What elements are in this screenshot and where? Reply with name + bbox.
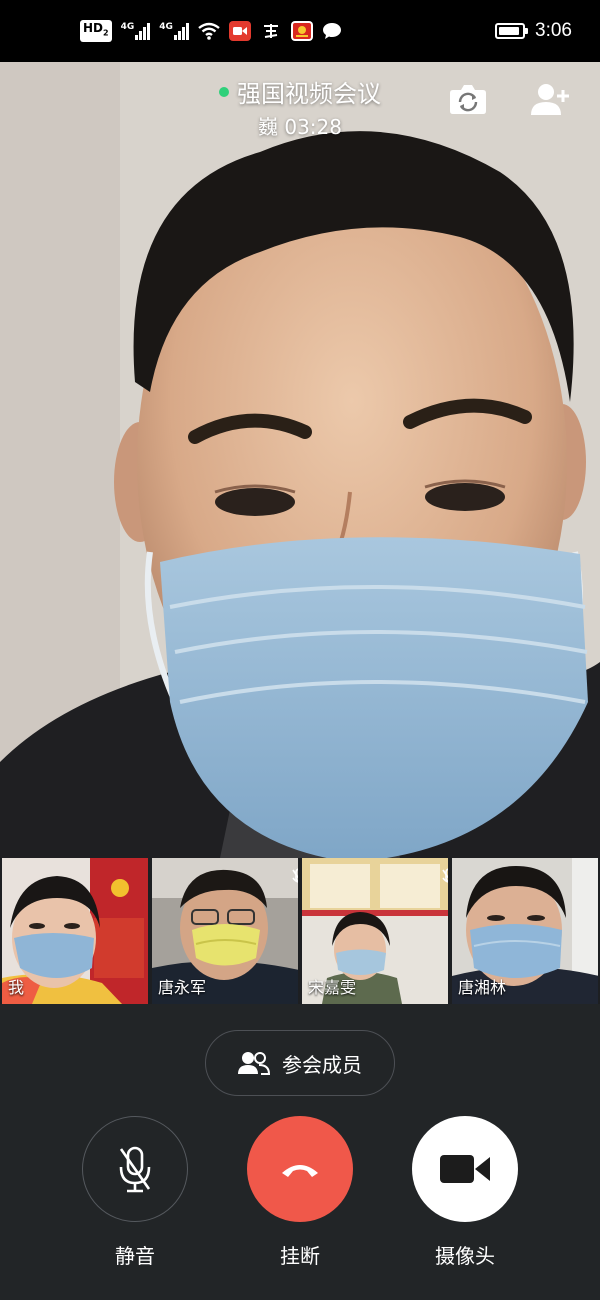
- participant-tile[interactable]: 我: [2, 858, 148, 1004]
- camera-button[interactable]: [412, 1116, 518, 1222]
- add-participant-button[interactable]: [530, 82, 574, 122]
- battery-icon: [495, 23, 529, 39]
- camera-label: 摄像头: [435, 1244, 495, 1268]
- mute-control: 静音: [80, 1116, 190, 1269]
- call-title: 强国视频会议: [219, 74, 381, 109]
- members-icon: [238, 1052, 270, 1075]
- participant-name: 宋嘉雯: [308, 978, 357, 997]
- participants-button[interactable]: 参会成员: [205, 1030, 395, 1096]
- video-app-icon: [228, 20, 251, 41]
- chat-bubble-icon: [322, 22, 341, 39]
- camera-control: 摄像头: [410, 1116, 520, 1269]
- participant-tile[interactable]: 唐永军: [152, 858, 298, 1004]
- switch-camera-icon: [450, 85, 486, 114]
- mute-label: 静音: [115, 1244, 155, 1268]
- call-header: 强国视频会议 巍 03:28: [0, 74, 600, 140]
- speaker-video: [0, 62, 600, 858]
- mic-off-icon: [119, 1146, 151, 1193]
- video-camera-icon: [440, 1155, 490, 1183]
- live-indicator: [219, 86, 229, 97]
- participant-name: 唐永军: [158, 978, 207, 997]
- hd-voice-icon: HD2: [80, 20, 112, 42]
- hang-up-icon: [282, 1165, 318, 1177]
- status-bar: HD2 4G 4G 3:06: [0, 0, 600, 62]
- hangup-button[interactable]: [247, 1116, 353, 1222]
- participant-strip: 我 唐永军 宋嘉雯 唐湘林: [0, 858, 600, 1004]
- signal-icon-2: 4G: [159, 22, 189, 40]
- meeting-title: 强国视频会议: [237, 80, 381, 108]
- clock: 3:06: [535, 20, 572, 41]
- party-app-icon: [290, 20, 313, 41]
- xuexi-app-icon: [260, 21, 282, 41]
- call-controls: 参会成员 静音 挂断 摄像头: [0, 1004, 600, 1300]
- switch-camera-button[interactable]: [448, 82, 492, 122]
- call-duration: 巍 03:28: [258, 115, 342, 139]
- participant-tile[interactable]: 宋嘉雯: [302, 858, 448, 1004]
- wifi-icon: [198, 22, 220, 40]
- hangup-label: 挂断: [280, 1244, 320, 1268]
- mute-button[interactable]: [82, 1116, 188, 1222]
- main-video-feed[interactable]: 强国视频会议 巍 03:28: [0, 62, 600, 858]
- hangup-control: 挂断: [245, 1116, 355, 1269]
- participants-button-label: 参会成员: [282, 1052, 362, 1077]
- add-person-icon: [531, 84, 569, 115]
- participant-name: 唐湘林: [458, 978, 507, 997]
- participant-tile[interactable]: 唐湘林: [452, 858, 598, 1004]
- participant-name: 我: [8, 978, 25, 997]
- signal-icon: 4G: [121, 22, 151, 40]
